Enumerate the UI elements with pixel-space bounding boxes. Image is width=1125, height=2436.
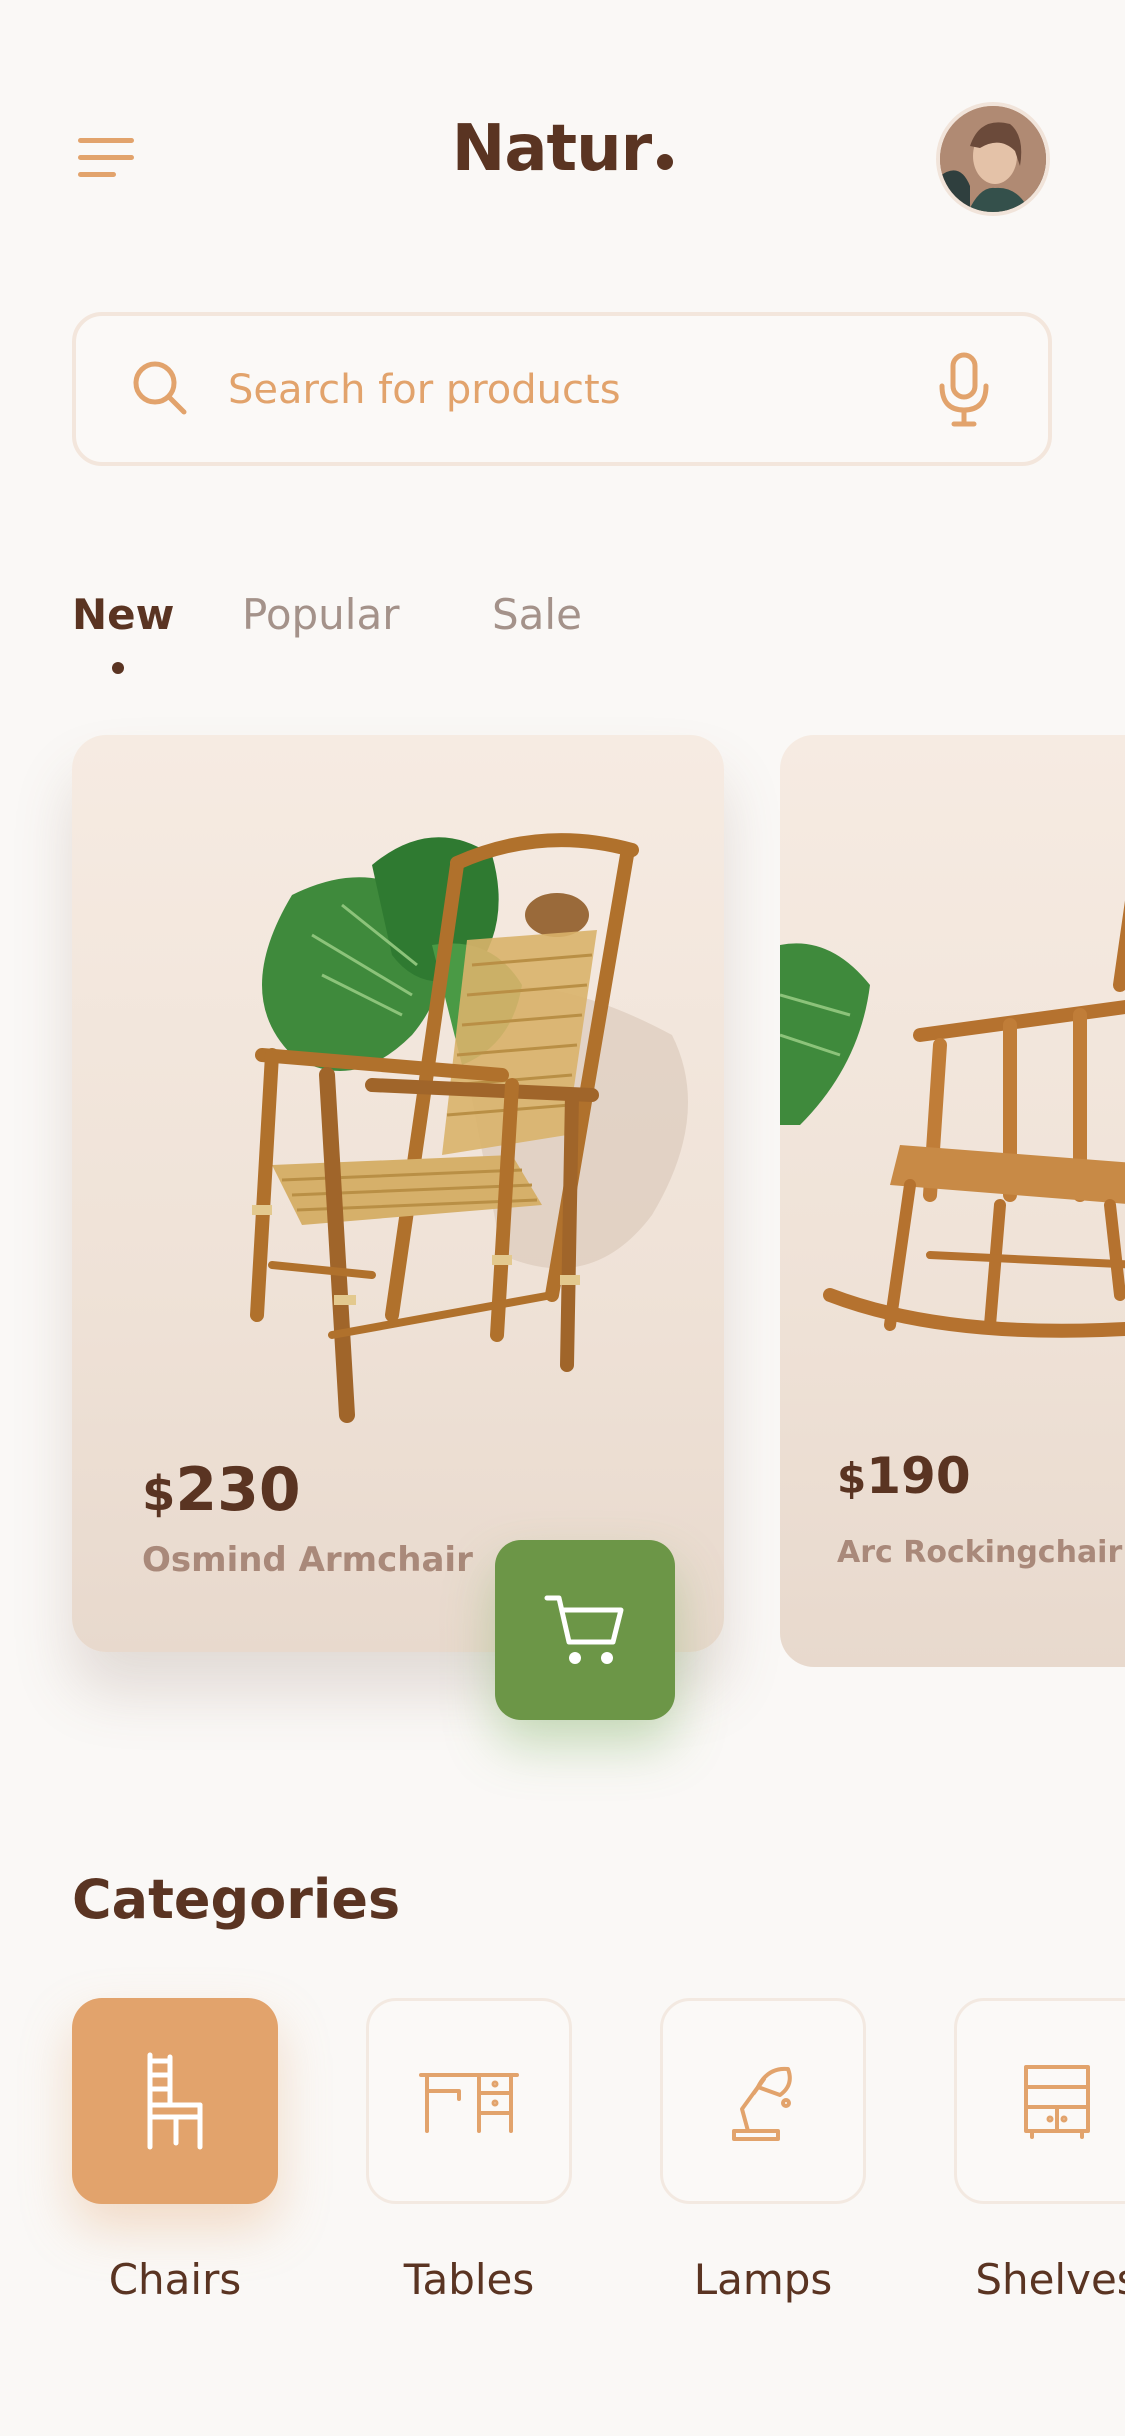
category-label-chairs: Chairs: [108, 2255, 242, 2304]
category-label-lamps: Lamps: [693, 2255, 833, 2304]
chair-icon: [147, 2052, 203, 2150]
lamp-icon: [732, 2066, 792, 2141]
tab-sale[interactable]: Sale: [492, 590, 582, 639]
tab-popular[interactable]: Popular: [242, 590, 399, 639]
category-lamps[interactable]: [660, 1998, 866, 2204]
table-icon: [419, 2073, 519, 2133]
product-card[interactable]: $190 Arc Rockingchair: [780, 735, 1125, 1667]
tab-new[interactable]: New: [72, 590, 174, 639]
search-bar: [72, 312, 1052, 466]
cart-icon: [544, 1595, 624, 1664]
product-name: Osmind Armchair: [142, 1540, 473, 1580]
rockingchair-image: [780, 900, 1125, 1338]
categories-title: Categories: [72, 1868, 401, 1931]
microphone-icon[interactable]: [936, 352, 992, 432]
category-chairs[interactable]: [72, 1998, 278, 2204]
search-icon[interactable]: [130, 358, 190, 422]
product-name: Arc Rockingchair: [837, 1535, 1123, 1570]
category-label-shelves: Shelves: [975, 2255, 1125, 2304]
product-price: $190: [837, 1447, 971, 1505]
category-shelves[interactable]: [954, 1998, 1125, 2204]
search-input[interactable]: [226, 354, 910, 426]
category-label-tables: Tables: [403, 2255, 535, 2304]
product-card[interactable]: $230 Osmind Armchair: [72, 735, 724, 1652]
active-tab-indicator: [112, 662, 124, 674]
add-to-cart-button[interactable]: [495, 1540, 675, 1720]
avatar[interactable]: [936, 102, 1050, 216]
product-price: $230: [142, 1455, 301, 1525]
shelves-icon: [1024, 2065, 1090, 2139]
category-tables[interactable]: [366, 1998, 572, 2204]
